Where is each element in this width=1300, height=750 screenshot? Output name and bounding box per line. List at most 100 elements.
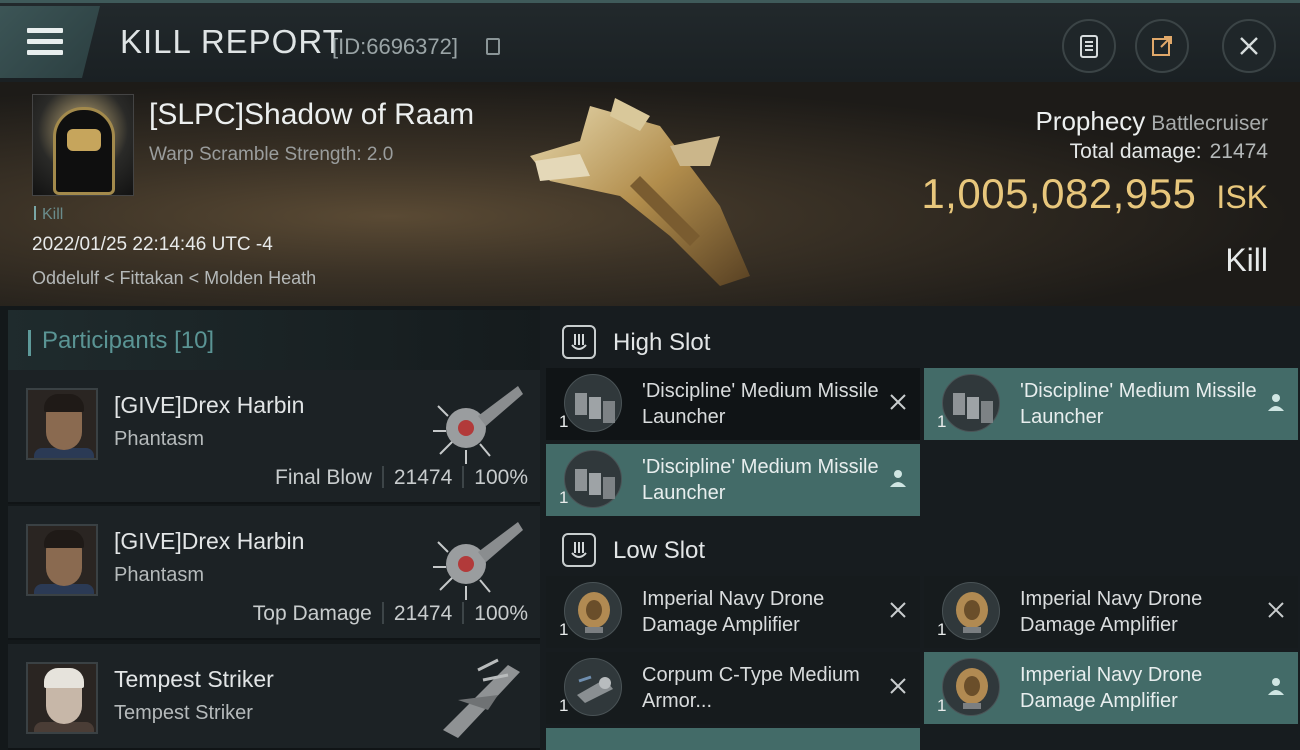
stat-divider: [381, 602, 384, 624]
missile-launcher-icon: [942, 374, 1000, 432]
stat-divider: [462, 466, 465, 488]
victim-ship-image[interactable]: [520, 86, 780, 296]
high-slot-icon: [562, 325, 596, 359]
page-title: KILL REPORT: [120, 23, 344, 60]
warp-scramble-strength: Warp Scramble Strength: 2.0: [149, 144, 394, 165]
report-id: [ID:6696372]: [332, 34, 458, 59]
module-name: Imperial Navy Drone Damage Amplifier: [1020, 664, 1203, 712]
victim-pilot-name[interactable]: [SLPC]Shadow of Raam: [149, 98, 474, 132]
module-quantity: 1: [559, 488, 569, 507]
victim-ship[interactable]: Prophecy Battlecruiser: [1035, 106, 1268, 137]
share-icon: [1152, 36, 1172, 56]
module-item-partial[interactable]: [546, 728, 920, 750]
menu-icon-bar: [27, 50, 63, 55]
module-item[interactable]: 1 'Discipline' Medium Missile Launcher: [546, 444, 920, 516]
participant-percent: 100%: [474, 466, 528, 489]
menu-icon: [27, 28, 63, 33]
module-name: 'Discipline' Medium Missile Launcher: [642, 380, 879, 428]
high-slot-header: High Slot: [540, 310, 1300, 372]
avatar-hair: [44, 530, 84, 548]
menu-icon-bar: [27, 39, 63, 44]
portrait-face: [67, 129, 101, 151]
participant-ship-image: [443, 658, 520, 738]
participant-row[interactable]: [GIVE]Drex Harbin Phantasm Final Blow 214…: [8, 370, 540, 504]
avatar-hair: [44, 668, 84, 688]
armor-plate-icon: [564, 658, 622, 716]
ship-class: Battlecruiser: [1151, 112, 1268, 135]
module-name: Corpum C-Type Medium Armor...: [642, 664, 860, 712]
low-slot-title: Low Slot: [613, 537, 706, 564]
dropped-icon: [886, 466, 910, 490]
participant-row[interactable]: [GIVE]Drex Harbin Phantasm Top Damage 214…: [8, 506, 540, 640]
clipboard-button[interactable]: [1062, 19, 1116, 73]
module-item[interactable]: 1 Imperial Navy Drone Damage Amplifier: [546, 576, 920, 648]
participant-name: [GIVE]Drex Harbin: [114, 392, 305, 418]
module-name: Imperial Navy Drone Damage Amplifier: [642, 588, 825, 636]
drone-amplifier-icon: [942, 582, 1000, 640]
drone-amplifier-icon: [564, 582, 622, 640]
participant-stats: Final Blow 21474 100%: [275, 466, 528, 490]
participant-role: Top Damage: [252, 602, 372, 625]
destroyed-icon: [886, 598, 910, 622]
participant-ship: Phantasm: [114, 428, 205, 450]
clipboard-icon: [1080, 35, 1098, 58]
kill-result: Kill: [1225, 242, 1268, 278]
module-name: 'Discipline' Medium Missile Launcher: [642, 456, 879, 504]
total-damage: Total damage: 21474: [1070, 140, 1268, 164]
share-button[interactable]: [1135, 19, 1189, 73]
module-quantity: 1: [937, 696, 947, 715]
participant-role: Final Blow: [275, 466, 372, 489]
participant-ship: Phantasm: [114, 564, 205, 586]
close-icon: [1240, 37, 1258, 55]
missile-launcher-icon: [564, 450, 622, 508]
module-item[interactable]: 1 Imperial Navy Drone Damage Amplifier: [924, 576, 1298, 648]
participant-row[interactable]: Tempest Striker Tempest Striker: [8, 644, 540, 750]
isk-amount: 1,005,082,955: [921, 170, 1197, 217]
participant-ship-image: [433, 386, 523, 464]
participants-accent-bar: [28, 330, 31, 356]
module-item[interactable]: 1 Imperial Navy Drone Damage Amplifier: [924, 652, 1298, 724]
module-quantity: 1: [559, 412, 569, 431]
participant-name: Tempest Striker: [114, 666, 274, 692]
kill-datetime: 2022/01/25 22:14:46 UTC -4: [32, 234, 273, 255]
fitting-panel: High Slot 1 'Discipline' Medium Missile …: [540, 306, 1300, 750]
copy-id-icon[interactable]: [486, 38, 500, 55]
portrait-hood: [53, 107, 115, 195]
module-item[interactable]: 1 'Discipline' Medium Missile Launcher: [924, 368, 1298, 440]
participant-stats: Top Damage 21474 100%: [253, 602, 528, 626]
module-name: 'Discipline' Medium Missile Launcher: [1020, 380, 1257, 428]
participant-avatar[interactable]: [26, 388, 98, 460]
module-quantity: 1: [937, 620, 947, 639]
participants-panel: Participants [10] [GIVE]Drex Harbin Phan…: [0, 306, 540, 750]
dropped-icon: [1264, 674, 1288, 698]
close-button[interactable]: [1222, 19, 1276, 73]
module-quantity: 1: [937, 412, 947, 431]
participant-avatar[interactable]: [26, 662, 98, 734]
participants-title: Participants [10]: [42, 327, 214, 355]
participant-ship: Tempest Striker: [114, 702, 253, 724]
low-slot-icon: [562, 533, 596, 567]
victim-banner: [SLPC]Shadow of Raam Warp Scramble Stren…: [0, 82, 1300, 306]
header-bar: KILL REPORT [ID:6696372]: [0, 0, 1300, 82]
menu-button[interactable]: [0, 6, 100, 78]
module-item[interactable]: 1 'Discipline' Medium Missile Launcher: [546, 368, 920, 440]
low-slot-header: Low Slot: [540, 518, 1300, 580]
victim-portrait[interactable]: [32, 94, 134, 196]
ship-type-name: Prophecy: [1035, 106, 1146, 136]
destroyed-icon: [886, 390, 910, 414]
missile-launcher-icon: [564, 374, 622, 432]
kill-location[interactable]: Oddelulf < Fittakan < Molden Heath: [32, 268, 316, 289]
module-item[interactable]: 1 Corpum C-Type Medium Armor...: [546, 652, 920, 724]
participants-header: Participants [10]: [8, 310, 540, 370]
participant-avatar[interactable]: [26, 524, 98, 596]
destroyed-icon: [1264, 598, 1288, 622]
participant-name: [GIVE]Drex Harbin: [114, 528, 305, 554]
isk-value: 1,005,082,955 ISK: [921, 170, 1268, 218]
total-damage-value: 21474: [1209, 140, 1268, 163]
kill-tag: Kill: [34, 206, 63, 224]
dropped-icon: [1264, 390, 1288, 414]
participants-count: [10]: [174, 327, 215, 354]
stat-divider: [462, 602, 465, 624]
participant-damage: 21474: [393, 466, 453, 489]
stat-divider: [381, 466, 384, 488]
